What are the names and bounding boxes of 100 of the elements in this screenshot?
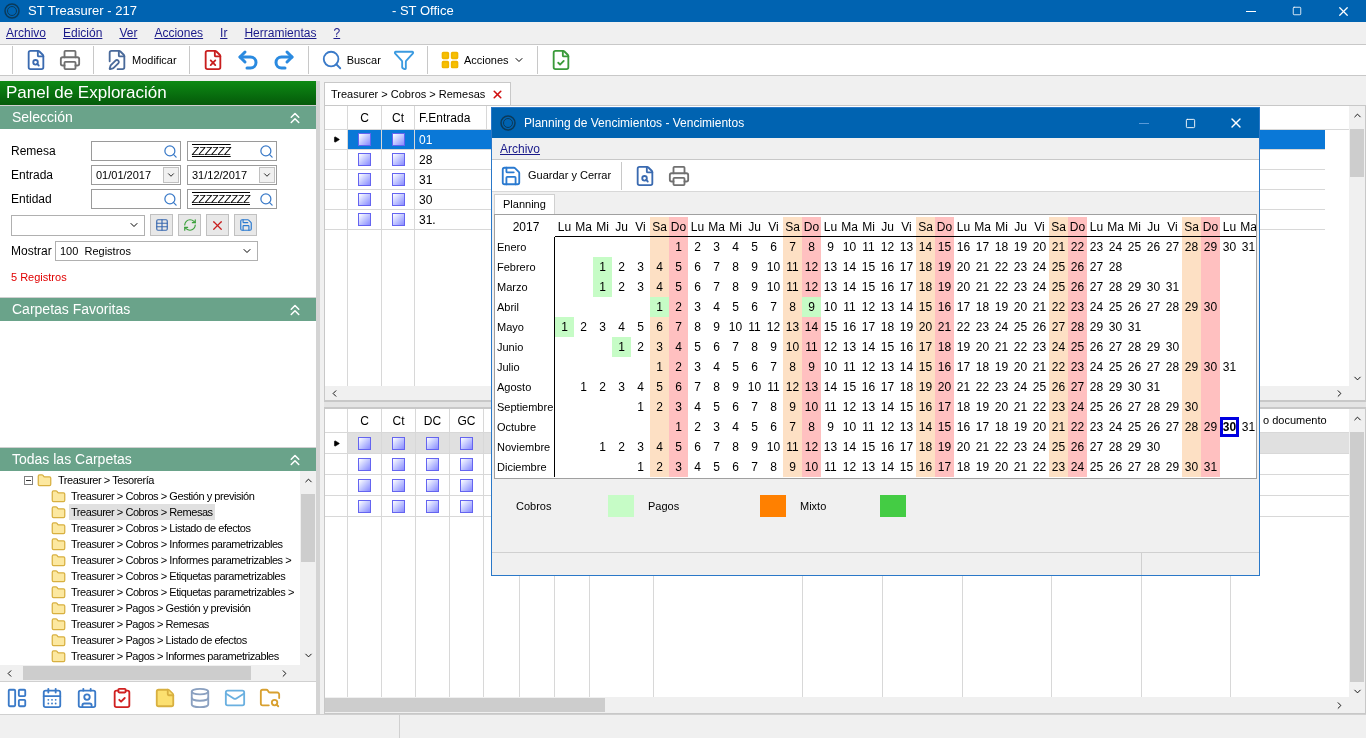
column-header[interactable]: C — [348, 106, 382, 129]
input-field[interactable]: ZZZZZZ — [187, 141, 277, 161]
calendar-day[interactable]: 1 — [650, 297, 669, 317]
folder-search-icon[interactable] — [259, 687, 281, 709]
horizontal-scrollbar[interactable] — [0, 665, 316, 681]
calendar-day[interactable]: 27 — [1049, 317, 1068, 337]
panel-icon[interactable] — [6, 687, 28, 709]
calendar-day[interactable]: 6 — [650, 317, 669, 337]
calendar-day[interactable]: 26 — [1049, 377, 1068, 397]
calendar-day[interactable]: 9 — [783, 397, 802, 417]
calendar-day[interactable]: 11 — [802, 337, 821, 357]
calendar-day[interactable]: 10 — [783, 337, 802, 357]
tree-toggle[interactable] — [24, 475, 33, 485]
calendar-day[interactable]: 20 — [935, 377, 954, 397]
calendar-day[interactable]: 18 — [916, 257, 935, 277]
calendar-day[interactable]: 23 — [1068, 357, 1087, 377]
calendar-day[interactable]: 20 — [916, 317, 935, 337]
calendar-day[interactable]: 5 — [669, 437, 688, 457]
calendar-day[interactable]: 16 — [916, 397, 935, 417]
calendar-day[interactable]: 11 — [783, 277, 802, 297]
calendar-day[interactable]: 5 — [650, 377, 669, 397]
tree-item[interactable]: Treasurer > Pagos > Listado de efectos — [69, 631, 249, 649]
calendar-day[interactable]: 15 — [916, 357, 935, 377]
tree-item[interactable]: Treasurer > Tesorería — [56, 471, 156, 489]
calendar-day[interactable]: 17 — [935, 397, 954, 417]
tree-item[interactable]: Treasurer > Pagos > Informes parametrizables — [69, 647, 281, 665]
calendar-day[interactable]: 28 — [1182, 237, 1201, 257]
input-field[interactable]: ZZZZZZZZZ — [187, 189, 277, 209]
tree-item[interactable]: Treasurer > Pagos > Gestión y previsión — [69, 599, 253, 617]
calendar-day[interactable]: 9 — [783, 457, 802, 477]
calendar-day[interactable]: 11 — [783, 437, 802, 457]
calendar-day[interactable]: 29 — [1182, 297, 1201, 317]
column-header[interactable]: F.Entrada — [415, 106, 487, 129]
calendar-day[interactable]: 7 — [669, 317, 688, 337]
calendar-day[interactable]: 30 — [1182, 457, 1201, 477]
calendar-day[interactable]: 18 — [916, 277, 935, 297]
calendar-day[interactable]: 30 — [1220, 417, 1239, 437]
column-header[interactable]: o documento — [1263, 412, 1327, 429]
scroll-thumb[interactable] — [301, 494, 315, 562]
delete-button[interactable] — [206, 214, 229, 236]
calendar-day[interactable]: 1 — [555, 317, 574, 337]
calendar-day[interactable]: 28 — [1068, 317, 1087, 337]
calendar-day[interactable]: 8 — [802, 417, 821, 437]
calendar-day[interactable]: 14 — [916, 417, 935, 437]
calendar-day[interactable]: 5 — [669, 257, 688, 277]
search-icon[interactable] — [259, 191, 274, 207]
column-header[interactable]: DC — [416, 409, 450, 432]
tree-item[interactable]: Treasurer > Cobros > Informes parametrizables > — [69, 551, 294, 569]
calendar-day[interactable]: 19 — [916, 377, 935, 397]
calendar-day[interactable]: 2 — [669, 357, 688, 377]
tab[interactable]: Planning — [494, 194, 555, 214]
calendar-day[interactable]: 9 — [802, 297, 821, 317]
menu-item[interactable]: Acciones — [154, 24, 204, 42]
calendar-day[interactable]: 30 — [1182, 397, 1201, 417]
column-header[interactable]: GC — [450, 409, 484, 432]
calendar-day[interactable]: 19 — [935, 257, 954, 277]
menu-item[interactable]: Edición — [63, 24, 103, 42]
menu-item[interactable]: ? — [333, 24, 341, 42]
calendar-day[interactable]: 11 — [783, 257, 802, 277]
scroll-thumb[interactable] — [1350, 432, 1364, 682]
calendar-day[interactable]: 28 — [1182, 417, 1201, 437]
tree-item[interactable]: Treasurer > Cobros > Listado de efectos — [69, 519, 253, 537]
calendar-day[interactable]: 29 — [1201, 237, 1220, 257]
tree-item[interactable]: Treasurer > Pagos > Remesas — [69, 615, 211, 633]
calendar-day[interactable]: 17 — [916, 337, 935, 357]
calendar-day[interactable]: 8 — [802, 237, 821, 257]
calendar-day[interactable]: 22 — [1068, 237, 1087, 257]
calendar-day[interactable]: 8 — [783, 357, 802, 377]
calendar-day[interactable]: 2 — [669, 297, 688, 317]
tree-item[interactable]: Treasurer > Cobros > Etiquetas parametrizables > — [69, 583, 296, 601]
calendar-day[interactable]: 29 — [1182, 357, 1201, 377]
calendar-day[interactable]: 12 — [802, 437, 821, 457]
note-icon[interactable] — [154, 687, 176, 709]
actions-button[interactable]: Acciones — [435, 46, 529, 74]
horizontal-scrollbar[interactable] — [325, 697, 1349, 713]
calendar-day[interactable]: 7 — [783, 237, 802, 257]
calendar-day[interactable]: 22 — [1049, 357, 1068, 377]
menu-item[interactable]: Ver — [119, 24, 138, 42]
calendar-day[interactable]: 8 — [783, 297, 802, 317]
vertical-scrollbar[interactable] — [300, 471, 316, 665]
calendar-day[interactable]: 30 — [1201, 297, 1220, 317]
calendar-day[interactable]: 6 — [669, 377, 688, 397]
calendar-day[interactable]: 12 — [802, 257, 821, 277]
menu-item[interactable]: Ir — [220, 24, 228, 42]
calendar-day[interactable]: 3 — [669, 457, 688, 477]
calendar-day[interactable]: 26 — [1068, 257, 1087, 277]
calendar-day[interactable]: 24 — [1049, 337, 1068, 357]
calendar-day[interactable]: 21 — [1049, 237, 1068, 257]
dropdown-button[interactable] — [259, 167, 275, 183]
calendar-day[interactable]: 1 — [650, 357, 669, 377]
tree-item[interactable]: Treasurer > Cobros > Etiquetas parametrizables — [69, 567, 288, 585]
input-field[interactable]: 01/01/2017 — [91, 165, 181, 185]
calendar-day[interactable]: 10 — [802, 397, 821, 417]
calendar-day[interactable]: 10 — [802, 457, 821, 477]
calendar-day[interactable]: 17 — [935, 457, 954, 477]
calendar-day[interactable]: 30 — [1201, 357, 1220, 377]
calendar-day[interactable]: 18 — [916, 437, 935, 457]
calendar-day[interactable]: 29 — [1201, 417, 1220, 437]
mail-icon[interactable] — [224, 687, 246, 709]
calendar-day[interactable]: 1 — [612, 337, 631, 357]
